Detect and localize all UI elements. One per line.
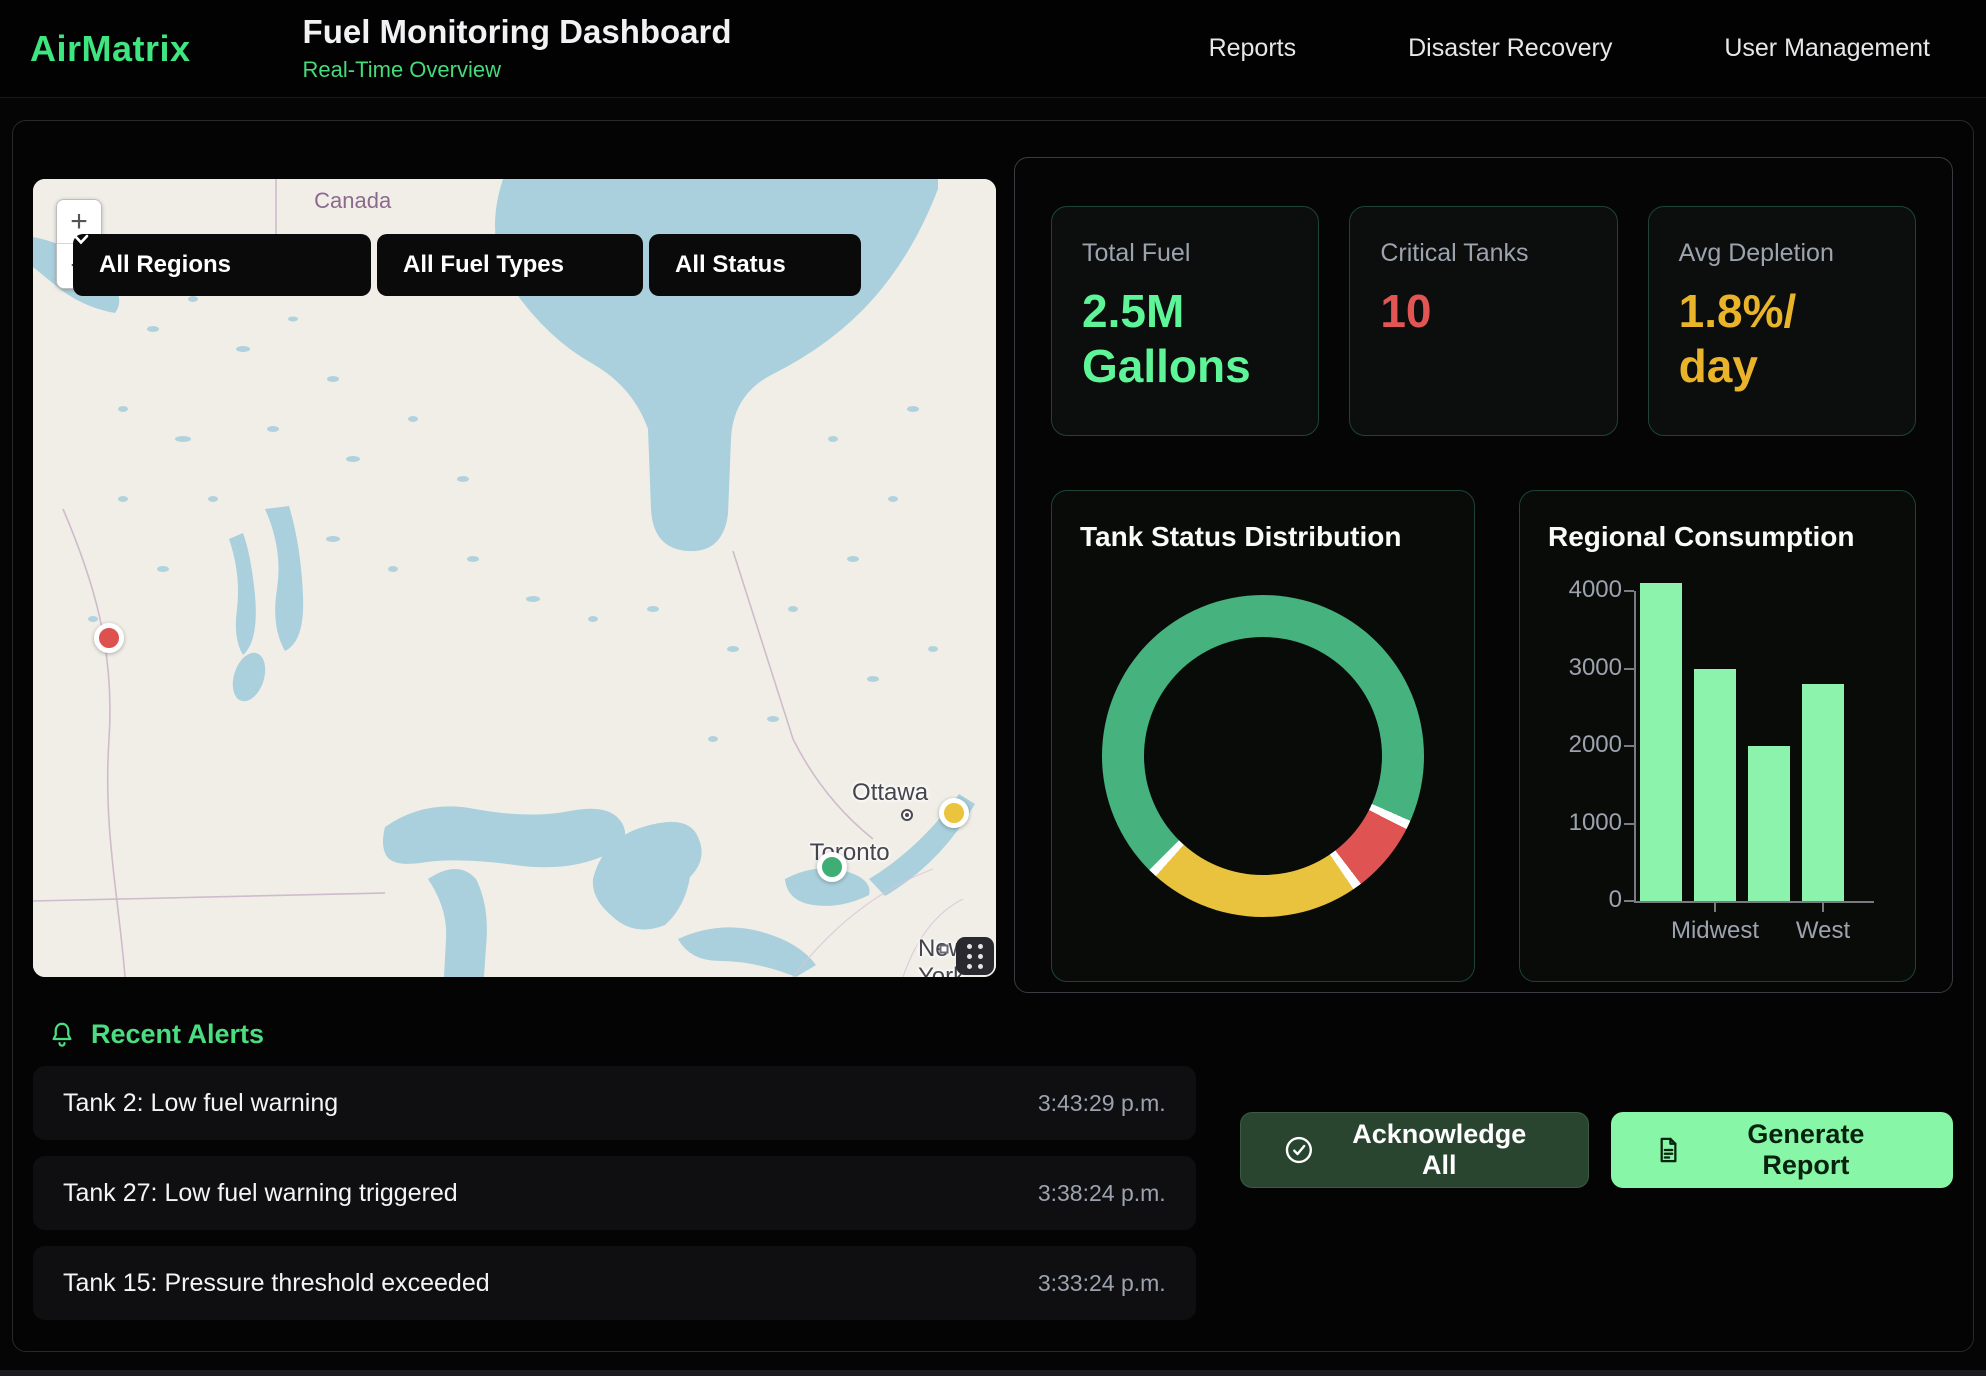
bar-midwest <box>1694 669 1736 902</box>
tank-status-donut-chart <box>1102 595 1424 917</box>
alert-timestamp: 3:38:24 p.m. <box>1038 1180 1166 1207</box>
y-axis-tick-label: 0 <box>1558 886 1622 914</box>
alerts-heading: Recent Alerts <box>33 1019 1953 1050</box>
alert-message: Tank 15: Pressure threshold exceeded <box>63 1269 490 1298</box>
y-axis-tick-label: 4000 <box>1558 576 1622 604</box>
donut-hole <box>1144 637 1382 875</box>
stat-value: 2.5M Gallons <box>1082 284 1288 394</box>
map-label-canada: Canada <box>314 188 391 214</box>
stat-card-avg-depletion: Avg Depletion 1.8%/ day <box>1648 206 1916 436</box>
filter-dropdown-all-regions[interactable]: All Regions <box>73 234 371 296</box>
map-filters: All Regions All Fuel Types All Status <box>73 234 861 296</box>
bar-chart-title: Regional Consumption <box>1548 521 1887 553</box>
header: AirMatrix Fuel Monitoring Dashboard Real… <box>0 0 1986 98</box>
tank-status-card: Tank Status Distribution <box>1051 490 1475 982</box>
filter-dropdown-all-fuel-types[interactable]: All Fuel Types <box>377 234 643 296</box>
bar-region-1 <box>1640 583 1682 901</box>
main-container: + − All RegionsAll Fuel TypesAll Status … <box>12 120 1974 1352</box>
regional-consumption-card: Regional Consumption 01000200030004000Mi… <box>1519 490 1916 982</box>
y-axis-tick-mark <box>1624 590 1634 592</box>
alert-timestamp: 3:43:29 p.m. <box>1038 1090 1166 1117</box>
app-logo: AirMatrix <box>30 28 191 70</box>
regional-consumption-bar-chart: 01000200030004000MidwestWest <box>1634 611 1880 941</box>
stat-label: Total Fuel <box>1082 239 1288 268</box>
page-title: Fuel Monitoring Dashboard <box>303 14 732 50</box>
town-icon <box>901 809 913 821</box>
generate-report-button[interactable]: Generate Report <box>1611 1112 1953 1188</box>
page-subtitle: Real-Time Overview <box>303 57 732 83</box>
filter-label: All Status <box>675 251 786 279</box>
fuel-map[interactable]: + − All RegionsAll Fuel TypesAll Status … <box>33 179 996 977</box>
bar-west <box>1802 684 1844 901</box>
alert-message: Tank 27: Low fuel warning triggered <box>63 1179 458 1208</box>
alerts-list: Tank 2: Low fuel warning3:43:29 p.m.Tank… <box>33 1050 1196 1320</box>
stat-label: Avg Depletion <box>1679 239 1885 268</box>
title-block: Fuel Monitoring Dashboard Real-Time Over… <box>303 14 732 82</box>
map-label-ottawa: Ottawa <box>852 779 928 807</box>
bell-icon <box>47 1020 77 1050</box>
stat-card-total-fuel: Total Fuel 2.5M Gallons <box>1051 206 1319 436</box>
alert-timestamp: 3:33:24 p.m. <box>1038 1270 1166 1297</box>
donut-chart-title: Tank Status Distribution <box>1080 521 1446 553</box>
stats-row: Total Fuel 2.5M Gallons Critical Tanks 10 Av… <box>1051 206 1916 436</box>
y-axis-tick-label: 2000 <box>1558 731 1622 759</box>
y-axis-tick-label: 3000 <box>1558 654 1622 682</box>
alert-row[interactable]: Tank 27: Low fuel warning triggered 3:38:… <box>33 1156 1196 1230</box>
stat-value: 1.8%/ day <box>1679 284 1885 394</box>
acknowledge-all-label: Acknowledge All <box>1332 1119 1546 1181</box>
metrics-panel: Total Fuel 2.5M Gallons Critical Tanks 10 Av… <box>1014 157 1953 993</box>
alert-row[interactable]: Tank 2: Low fuel warning 3:43:29 p.m. <box>33 1066 1196 1140</box>
check-circle-icon <box>1283 1134 1315 1166</box>
y-axis-tick-mark <box>1624 668 1634 670</box>
recent-alerts-section: Recent Alerts Tank 2: Low fuel warning 3:… <box>33 1019 1953 1320</box>
x-axis-tick-label: Midwest <box>1671 917 1759 945</box>
acknowledge-all-button[interactable]: Acknowledge All <box>1240 1112 1589 1188</box>
stat-label: Critical Tanks <box>1380 239 1586 268</box>
nav-item-disaster-recovery[interactable]: Disaster Recovery <box>1408 34 1612 63</box>
x-axis-tick-mark <box>1822 903 1824 912</box>
stat-card-critical-tanks: Critical Tanks 10 <box>1349 206 1617 436</box>
alerts-heading-label: Recent Alerts <box>91 1019 264 1050</box>
alert-actions: Acknowledge All Generate Report <box>1240 1050 1953 1188</box>
filter-label: All Regions <box>99 251 231 279</box>
bar-region-3 <box>1748 746 1790 901</box>
resize-drag-handle[interactable] <box>956 937 994 975</box>
nav-item-reports[interactable]: Reports <box>1209 34 1297 63</box>
report-document-icon <box>1653 1135 1683 1165</box>
nav-item-user-management[interactable]: User Management <box>1724 34 1930 63</box>
tank-marker-normal[interactable] <box>817 852 847 882</box>
filter-dropdown-all-status[interactable]: All Status <box>649 234 861 296</box>
main-nav: Reports Disaster Recovery User Management <box>1209 34 1930 63</box>
alert-message: Tank 2: Low fuel warning <box>63 1089 338 1118</box>
stat-value: 10 <box>1380 284 1586 339</box>
window-bottom-strip <box>0 1370 1986 1376</box>
alert-row[interactable]: Tank 15: Pressure threshold exceeded 3:33… <box>33 1246 1196 1320</box>
tank-marker-warning[interactable] <box>939 798 969 828</box>
y-axis-tick-mark <box>1624 900 1634 902</box>
filter-label: All Fuel Types <box>403 251 564 279</box>
x-axis-tick-mark <box>1714 903 1716 912</box>
tank-marker-critical[interactable] <box>94 623 124 653</box>
generate-report-label: Generate Report <box>1701 1119 1911 1181</box>
y-axis-tick-mark <box>1624 823 1634 825</box>
city-icon <box>939 945 948 954</box>
y-axis-tick-mark <box>1624 745 1634 747</box>
x-axis-tick-label: West <box>1796 917 1850 945</box>
y-axis-tick-label: 1000 <box>1558 809 1622 837</box>
